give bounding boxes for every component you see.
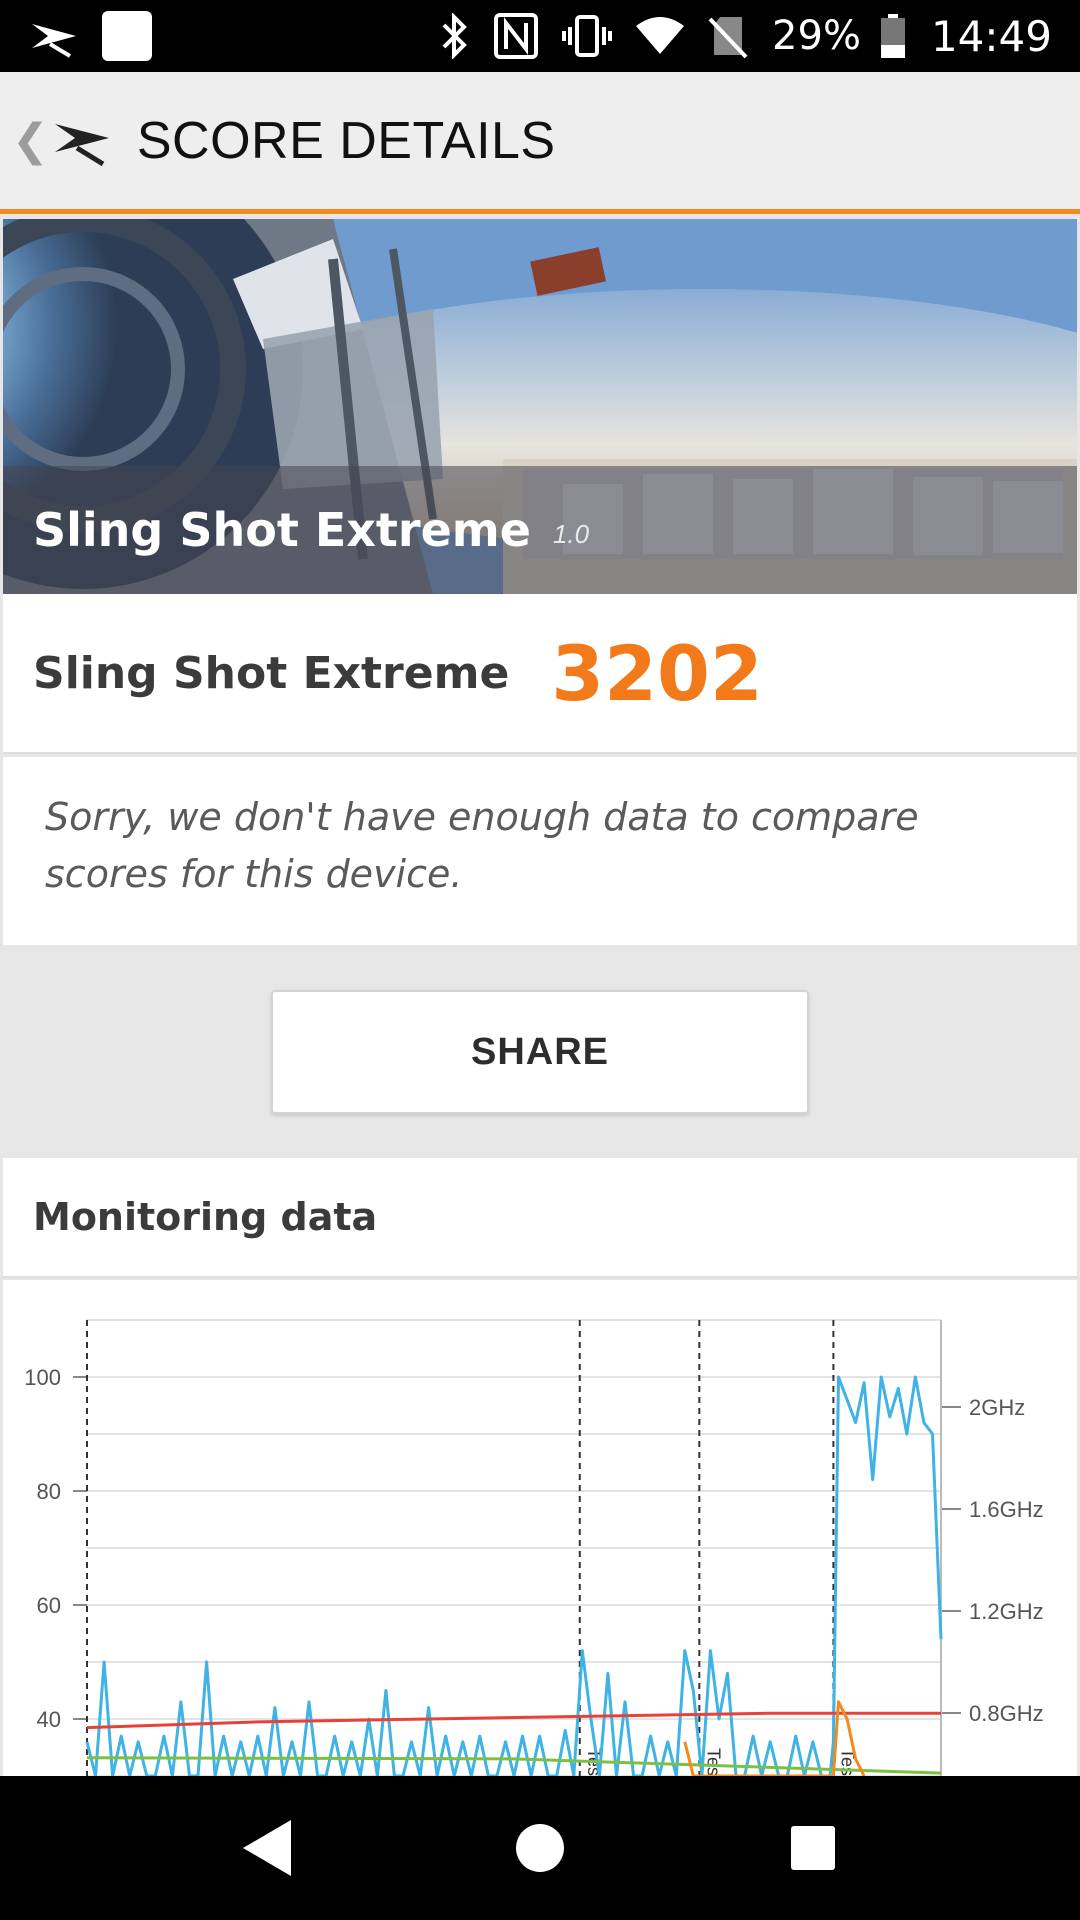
share-button-label: SHARE	[470, 1030, 610, 1073]
monitoring-header: Monitoring data	[3, 1158, 1077, 1278]
compare-message: Sorry, we don't have enough data to comp…	[45, 795, 919, 896]
hero-version: 1.0	[552, 518, 590, 549]
recents-square-icon	[791, 1826, 836, 1870]
hero-test-name: Sling Shot Extreme	[33, 503, 531, 557]
back-triangle-icon	[242, 1820, 291, 1876]
monitoring-chart-svg: 1008060402GHz1.6GHz1.2GHz0.8GHzTest 1 Tes…	[24, 1319, 1044, 1776]
3dmark-logo-icon	[53, 108, 113, 173]
back-chevron-icon: ❮	[12, 115, 49, 166]
app-square-icon	[102, 11, 152, 61]
nfc-icon	[494, 13, 539, 59]
page-title: SCORE DETAILS	[136, 111, 556, 170]
hero-banner: Sling Shot Extreme 1.0	[3, 219, 1077, 594]
vibrate-icon	[562, 13, 613, 59]
share-button[interactable]: SHARE	[271, 990, 809, 1114]
right-axis-tick-label: 2GHz	[969, 1395, 1025, 1420]
score-value: 3202	[551, 628, 763, 718]
right-axis-tick-label: 1.6GHz	[969, 1497, 1044, 1522]
bluetooth-icon	[440, 13, 470, 59]
navigation-bar	[0, 1776, 1080, 1920]
nav-home-button[interactable]	[480, 1788, 600, 1908]
compare-message-card: Sorry, we don't have enough data to comp…	[3, 757, 1077, 945]
clock: 14:49	[930, 11, 1052, 61]
left-axis-tick-label: 60	[37, 1593, 61, 1618]
back-button[interactable]: ❮	[12, 108, 113, 173]
no-sim-icon	[708, 13, 748, 59]
status-left	[30, 11, 152, 61]
battery-percent: 29%	[772, 13, 861, 59]
left-axis-tick-label: 80	[37, 1479, 61, 1504]
battery-icon	[879, 13, 907, 59]
series-line	[86, 1711, 941, 1730]
right-axis-tick-label: 1.2GHz	[969, 1599, 1044, 1624]
home-circle-icon	[515, 1824, 564, 1872]
monitoring-chart: 100 80 60 40 2GHz 1.6GHz 1.2GHz 0.8GHz Test 1 Tes…	[3, 1280, 1077, 1776]
monitoring-title: Monitoring data	[33, 1195, 378, 1239]
test-marker-label: Test 2	[703, 1748, 723, 1776]
status-right: 29% 14:49	[440, 12, 1052, 61]
nav-recents-button[interactable]	[753, 1788, 873, 1908]
hero-caption: Sling Shot Extreme 1.0	[3, 466, 1077, 594]
left-axis-tick-label: 40	[37, 1707, 61, 1732]
status-bar: 29% 14:49	[0, 0, 1080, 72]
app-bar: ❮ SCORE DETAILS	[0, 72, 1080, 214]
left-axis-tick-label: 100	[24, 1365, 61, 1390]
score-row: Sling Shot Extreme 3202	[3, 594, 1077, 754]
nav-back-button[interactable]	[207, 1788, 327, 1908]
score-label: Sling Shot Extreme	[33, 647, 510, 699]
right-axis-tick-label: 0.8GHz	[969, 1701, 1044, 1726]
wifi-icon	[636, 16, 685, 56]
3dmark-logo-icon	[30, 14, 80, 58]
